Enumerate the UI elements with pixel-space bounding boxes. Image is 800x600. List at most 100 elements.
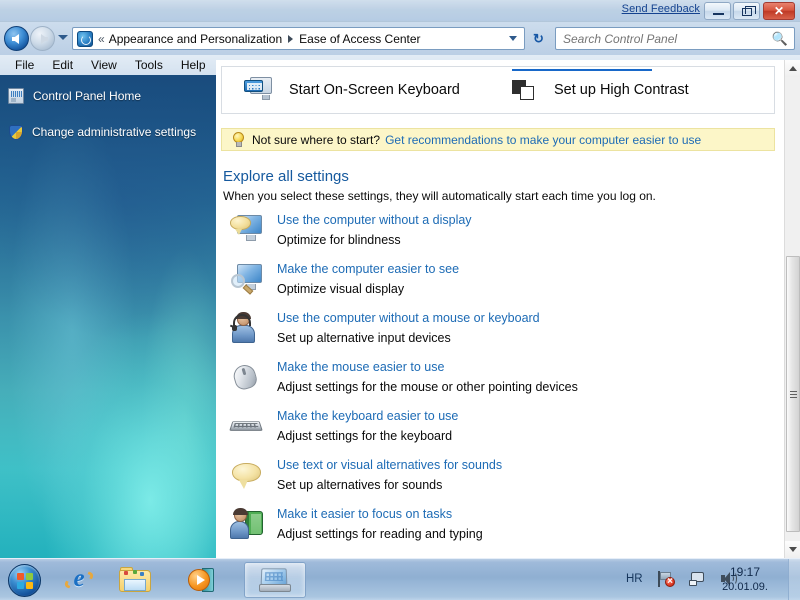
setting-text: Make the mouse easier to use Adjust sett… <box>277 357 578 395</box>
lightbulb-icon <box>232 132 244 147</box>
taskbar-item-windows-media-player[interactable] <box>180 562 226 598</box>
setting-text: Use the computer without a mouse or keyb… <box>277 308 540 346</box>
menu-item-edit[interactable]: Edit <box>43 56 82 74</box>
forward-arrow-icon <box>41 34 48 44</box>
content-pane: Start On-Screen Keyboard Set up High Con… <box>216 60 800 558</box>
setting-description: Adjust settings for the keyboard <box>277 429 453 443</box>
setting-description: Adjust settings for reading and typing <box>277 527 483 541</box>
show-desktop-button[interactable] <box>788 559 800 600</box>
setting-link[interactable]: Use the computer without a display <box>277 212 472 228</box>
setting-link[interactable]: Make the computer easier to see <box>277 261 459 277</box>
start-button[interactable] <box>2 560 50 600</box>
maximize-button[interactable] <box>733 2 760 20</box>
refresh-button[interactable]: ↻ <box>529 29 548 48</box>
windows-logo-icon <box>8 564 41 597</box>
menu-item-view[interactable]: View <box>82 56 126 74</box>
breadcrumb-chevron-icon[interactable] <box>288 34 294 43</box>
internet-explorer-icon: e <box>62 566 96 594</box>
set-up-high-contrast-button[interactable]: Set up High Contrast <box>512 67 689 113</box>
network-flag-error-icon[interactable] <box>658 571 675 588</box>
setting-link[interactable]: Make the mouse easier to use <box>277 359 578 375</box>
setting-description: Set up alternative input devices <box>277 331 451 345</box>
menu-item-help[interactable]: Help <box>172 56 215 74</box>
explore-all-settings-heading: Explore all settings <box>223 168 349 185</box>
system-tray: HR 19:17 20.01.09. <box>610 559 800 600</box>
shield-icon <box>9 124 23 140</box>
recent-pages-dropdown[interactable] <box>58 35 68 40</box>
setting-description: Adjust settings for the mouse or other p… <box>277 380 578 394</box>
send-feedback-link[interactable]: Send Feedback <box>622 3 700 15</box>
get-recommendations-link[interactable]: Get recommendations to make your compute… <box>385 133 701 147</box>
scroll-down-button[interactable] <box>785 541 800 558</box>
person-book-icon <box>230 508 264 540</box>
list-item[interactable]: Use the computer without a mouse or keyb… <box>216 308 784 357</box>
language-indicator[interactable]: HR <box>626 573 643 585</box>
setting-link[interactable]: Use text or visual alternatives for soun… <box>277 457 502 473</box>
person-headset-icon <box>229 312 264 344</box>
sidebar-item-change-administrative-settings[interactable]: Change administrative settings <box>0 119 216 145</box>
mouse-icon <box>230 361 264 393</box>
setting-description: Set up alternatives for sounds <box>277 478 443 492</box>
taskbar-item-windows-explorer[interactable] <box>112 562 158 598</box>
scroll-up-button[interactable] <box>785 60 800 77</box>
chevron-down-icon <box>789 547 797 552</box>
monitor-magnifier-icon <box>230 263 264 295</box>
breadcrumb-overflow-icon[interactable]: « <box>98 32 105 46</box>
on-screen-keyboard-icon <box>244 77 272 103</box>
minimize-icon <box>713 13 724 15</box>
breadcrumb-item-appearance[interactable]: Appearance and Personalization <box>109 32 282 46</box>
start-on-screen-keyboard-button[interactable]: Start On-Screen Keyboard <box>244 67 460 113</box>
minimize-button[interactable] <box>704 2 731 20</box>
network-icon[interactable] <box>689 571 707 587</box>
setting-link[interactable]: Make it easier to focus on tasks <box>277 506 483 522</box>
sidebar-item-label: Change administrative settings <box>32 125 197 139</box>
taskbar-item-internet-explorer[interactable]: e <box>56 562 102 598</box>
window-titlebar: Send Feedback ✕ <box>0 0 800 22</box>
clock[interactable]: 19:17 20.01.09. <box>712 564 778 595</box>
back-button[interactable] <box>4 26 29 51</box>
folder-icon <box>119 567 151 593</box>
chevron-up-icon <box>789 66 797 71</box>
scrollbar-thumb[interactable] <box>786 256 800 532</box>
clock-time: 19:17 <box>729 565 761 579</box>
taskbar: e HR 19:17 20.01.09 <box>0 558 800 600</box>
list-item[interactable]: Make the computer easier to see Optimize… <box>216 259 784 308</box>
setting-text: Make the computer easier to see Optimize… <box>277 259 459 297</box>
breadcrumb-item-ease-of-access[interactable]: Ease of Access Center <box>299 32 420 46</box>
sidebar-item-control-panel-home[interactable]: Control Panel Home <box>0 83 216 109</box>
high-contrast-icon <box>512 79 536 101</box>
setting-link[interactable]: Use the computer without a mouse or keyb… <box>277 310 540 326</box>
setting-link[interactable]: Make the keyboard easier to use <box>277 408 458 424</box>
setting-text: Make it easier to focus on tasks Adjust … <box>277 504 483 542</box>
speech-bubble-icon <box>230 459 264 491</box>
clock-date: 20.01.09. <box>722 581 768 593</box>
restore-icon <box>742 6 756 16</box>
sidebar-item-label: Control Panel Home <box>33 89 142 103</box>
setting-text: Use text or visual alternatives for soun… <box>277 455 502 493</box>
taskbar-item-ease-of-access-center[interactable] <box>244 562 306 598</box>
list-item[interactable]: Use text or visual alternatives for soun… <box>216 455 784 504</box>
quick-actions-box: Start On-Screen Keyboard Set up High Con… <box>221 66 775 114</box>
chevron-down-icon[interactable] <box>509 36 517 41</box>
search-input[interactable] <box>563 31 772 46</box>
control-panel-icon <box>77 30 93 47</box>
close-icon: ✕ <box>773 4 785 18</box>
search-icon[interactable]: 🔍 <box>772 31 788 47</box>
list-item[interactable]: Use the computer without a display Optim… <box>216 210 784 259</box>
close-button[interactable]: ✕ <box>763 2 795 20</box>
list-item[interactable]: Make the keyboard easier to use Adjust s… <box>216 406 784 455</box>
menu-item-file[interactable]: File <box>6 56 43 74</box>
control-panel-icon <box>259 567 291 593</box>
recommendations-tip-bar: Not sure where to start? Get recommendat… <box>221 128 775 151</box>
forward-button[interactable] <box>30 26 55 51</box>
list-item[interactable]: Make the mouse easier to use Adjust sett… <box>216 357 784 406</box>
tip-question: Not sure where to start? <box>252 132 381 147</box>
list-item[interactable]: Make it easier to focus on tasks Adjust … <box>216 504 784 553</box>
search-box[interactable]: 🔍 <box>555 27 795 50</box>
menu-item-tools[interactable]: Tools <box>126 56 172 74</box>
control-panel-window: Send Feedback ✕ « Appearance and Persona… <box>0 0 800 558</box>
quick-action-label: Start On-Screen Keyboard <box>289 82 460 98</box>
address-bar[interactable]: « Appearance and Personalization Ease of… <box>72 27 525 50</box>
monitor-speech-icon <box>230 214 264 246</box>
vertical-scrollbar[interactable] <box>784 60 800 558</box>
